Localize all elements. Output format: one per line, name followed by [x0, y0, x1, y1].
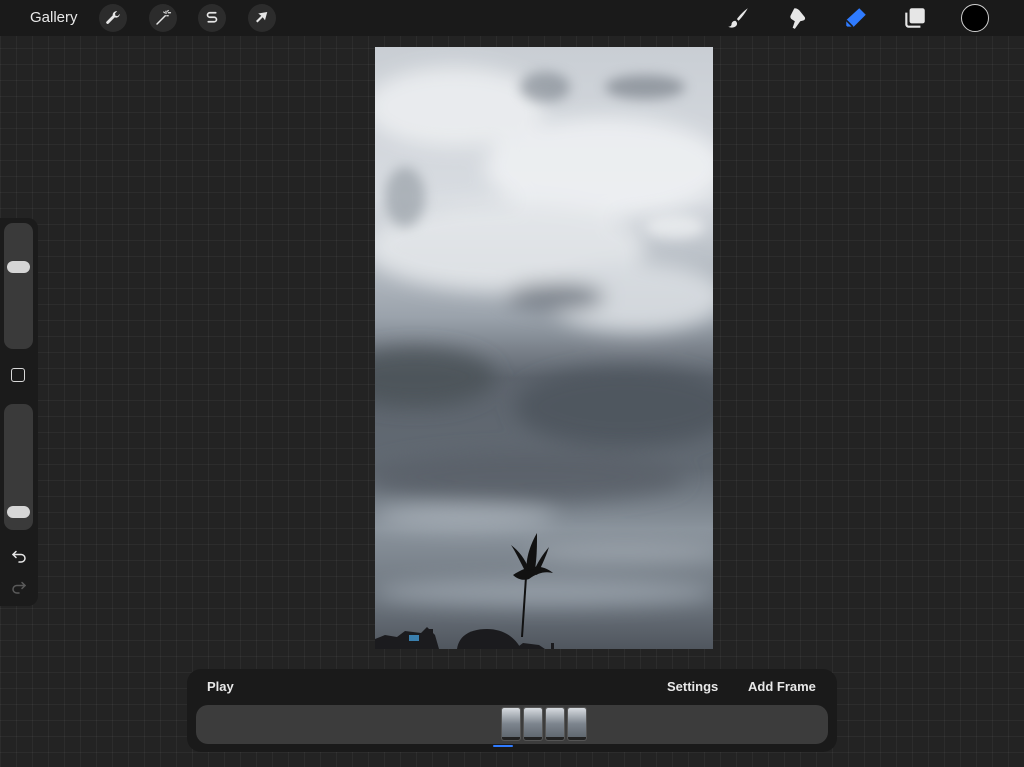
frame-thumbnail[interactable]: [567, 707, 587, 741]
frame-thumbnail[interactable]: [545, 707, 565, 741]
play-button[interactable]: Play: [207, 679, 234, 694]
frame-timeline[interactable]: [196, 705, 828, 744]
modify-square-icon[interactable]: [11, 368, 25, 382]
frame-list: [501, 707, 587, 741]
smudge-icon[interactable]: [783, 4, 811, 32]
frame-thumbnail[interactable]: [501, 707, 521, 741]
sky-photo-artwork: [375, 47, 713, 649]
brush-size-slider-thumb[interactable]: [7, 260, 30, 273]
animation-assist-panel: Play Settings Add Frame: [187, 669, 837, 752]
transform-arrow-icon[interactable]: [248, 4, 276, 32]
layers-icon[interactable]: [901, 4, 929, 32]
frame-thumbnail[interactable]: [523, 707, 543, 741]
brush-size-slider[interactable]: [4, 223, 33, 349]
undo-icon[interactable]: [8, 545, 30, 567]
drawing-canvas[interactable]: [375, 47, 713, 649]
color-picker-swatch[interactable]: [961, 4, 989, 32]
adjustments-magic-wand-icon[interactable]: [149, 4, 177, 32]
selected-frame-indicator: [493, 745, 513, 747]
paintbrush-icon[interactable]: [724, 4, 752, 32]
opacity-slider-thumb[interactable]: [7, 506, 30, 519]
opacity-slider[interactable]: [4, 404, 33, 530]
redo-icon[interactable]: [8, 576, 30, 598]
settings-button[interactable]: Settings: [667, 679, 718, 694]
add-frame-button[interactable]: Add Frame: [748, 679, 816, 694]
actions-wrench-icon[interactable]: [99, 4, 127, 32]
gallery-button[interactable]: Gallery: [30, 9, 78, 26]
eraser-icon[interactable]: [842, 4, 870, 32]
selection-s-icon[interactable]: [198, 4, 226, 32]
top-toolbar: Gallery: [0, 0, 1024, 36]
left-sidebar: [0, 218, 38, 606]
